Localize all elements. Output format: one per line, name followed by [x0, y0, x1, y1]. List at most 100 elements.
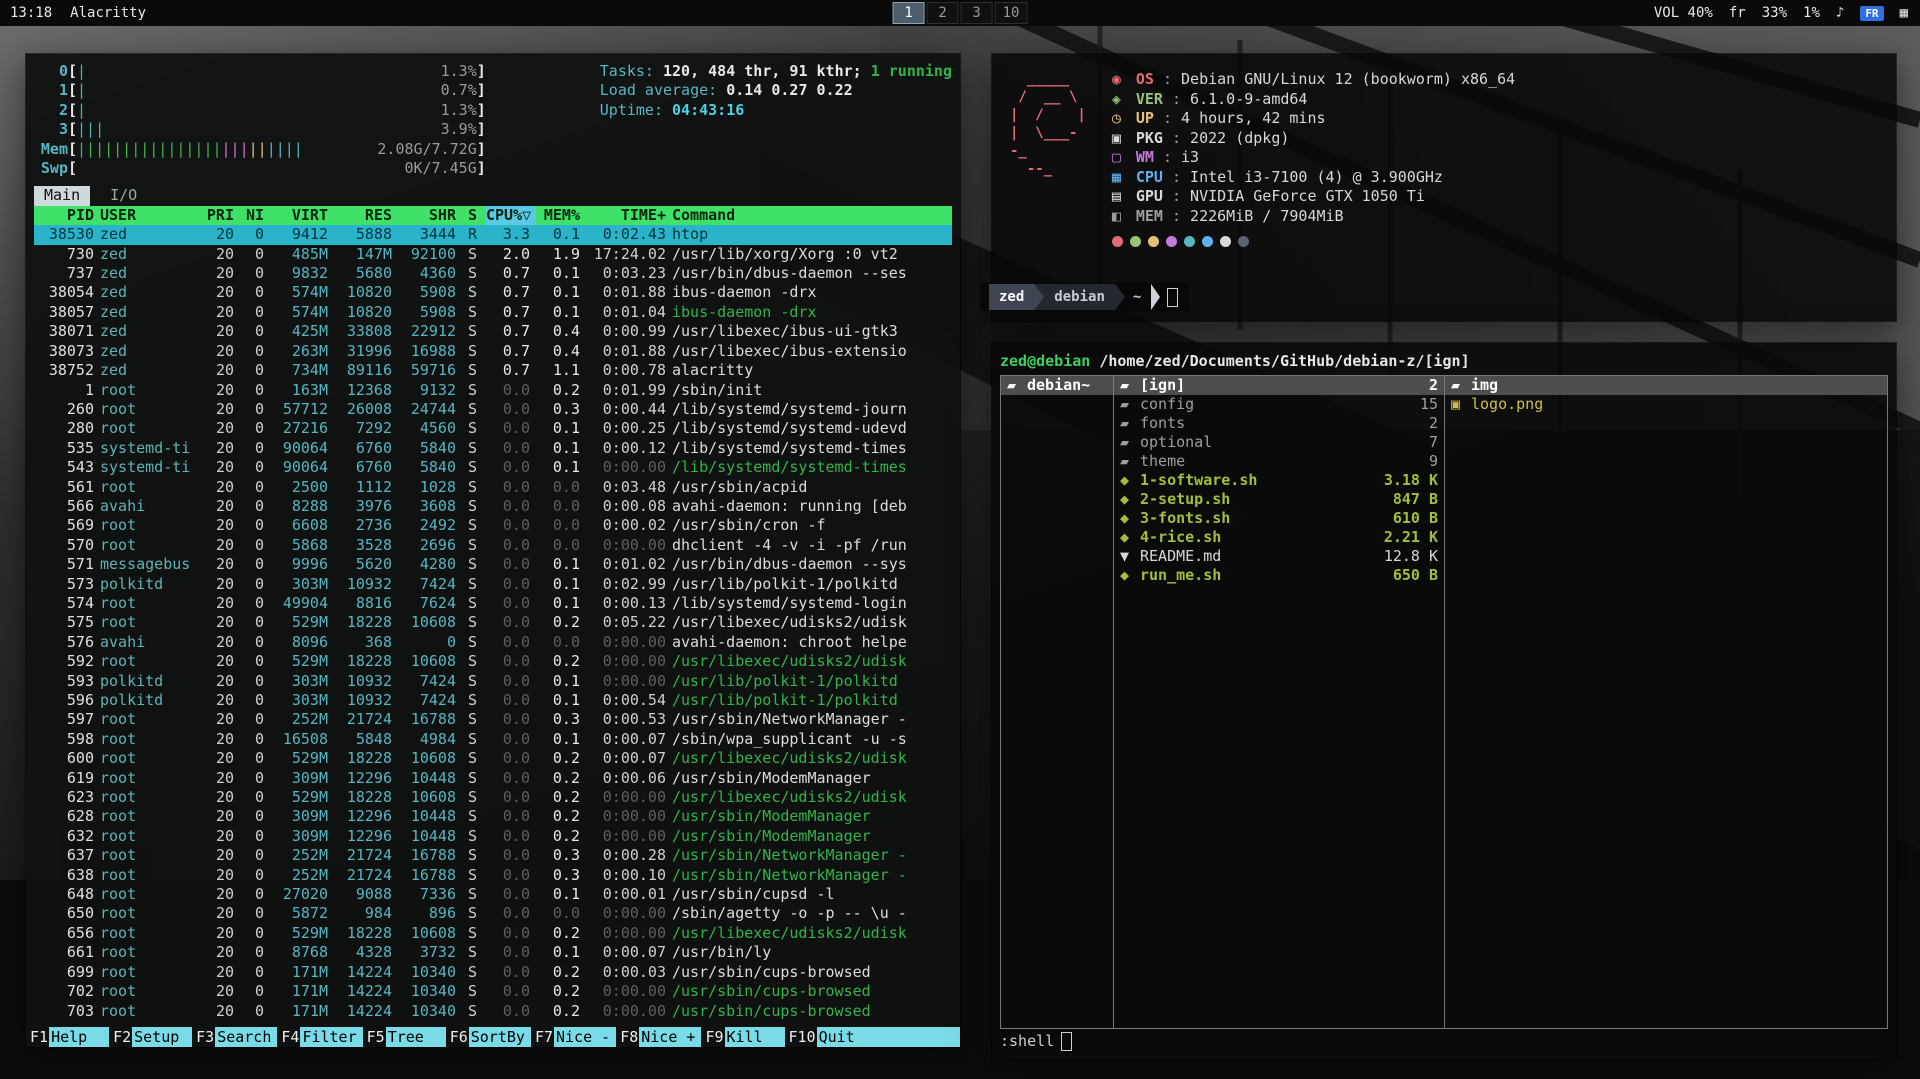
process-row[interactable]: 703 root 20 0 171M 14224 10340 S 0.0 0.2… [34, 1002, 952, 1021]
col-mem[interactable]: MEM% [536, 206, 586, 225]
tab-io[interactable]: I/O [100, 186, 147, 205]
process-row[interactable]: 570 root 20 0 5868 3528 2696 S 0.0 0.0 0… [34, 536, 952, 555]
parent-dir-entry[interactable]: ▰debian~ [1001, 376, 1113, 395]
function-key[interactable]: F1Help [26, 1027, 109, 1047]
workspace-button[interactable]: 10 [995, 2, 1028, 24]
fetch-line-icon: ◧ [1112, 207, 1136, 227]
col-pid[interactable]: PID [34, 206, 100, 225]
function-key[interactable]: F9Kill [701, 1027, 784, 1047]
tab-main[interactable]: Main [34, 186, 90, 205]
process-row[interactable]: 574 root 20 0 49904 8816 7624 S 0.0 0.1 … [34, 594, 952, 613]
process-row[interactable]: 543 systemd-ti 20 0 90064 6760 5840 S 0.… [34, 458, 952, 477]
keyboard-flag-badge[interactable]: FR [1860, 6, 1883, 21]
function-key[interactable]: F7Nice - [531, 1027, 616, 1047]
process-row[interactable]: 280 root 20 0 27216 7292 4560 S 0.0 0.1 … [34, 419, 952, 438]
process-row[interactable]: 638 root 20 0 252M 21724 16788 S 0.0 0.3… [34, 866, 952, 885]
col-virt[interactable]: VIRT [270, 206, 334, 225]
process-row[interactable]: 597 root 20 0 252M 21724 16788 S 0.0 0.3… [34, 710, 952, 729]
workspace-button[interactable]: 3 [961, 2, 993, 24]
col-shr[interactable]: SHR [398, 206, 462, 225]
process-row[interactable]: 569 root 20 0 6608 2736 2492 S 0.0 0.0 0… [34, 516, 952, 535]
col-pri[interactable]: PRI [204, 206, 240, 225]
process-row[interactable]: 702 root 20 0 171M 14224 10340 S 0.0 0.2… [34, 982, 952, 1001]
file-entry[interactable]: ◆3-fonts.sh610 B [1114, 509, 1444, 528]
process-row[interactable]: 573 polkitd 20 0 303M 10932 7424 S 0.0 0… [34, 575, 952, 594]
function-key[interactable]: F10Quit [785, 1027, 877, 1047]
process-row[interactable]: 566 avahi 20 0 8288 3976 3608 S 0.0 0.0 … [34, 497, 952, 516]
file-entry[interactable]: ◆4-rice.sh2.21 K [1114, 528, 1444, 547]
process-row[interactable]: 648 root 20 0 27020 9088 7336 S 0.0 0.1 … [34, 885, 952, 904]
tray-icon[interactable]: ▦ [1900, 5, 1908, 21]
preview-entry[interactable]: ▰img [1445, 376, 1887, 395]
res-cell: 6760 [334, 458, 398, 477]
workspace-button[interactable]: 2 [927, 2, 959, 24]
command-line-bar[interactable]: :shell [1000, 1029, 1888, 1053]
process-row[interactable]: 656 root 20 0 529M 18228 10608 S 0.0 0.2… [34, 924, 952, 943]
function-key[interactable]: F6SortBy [446, 1027, 531, 1047]
function-key[interactable]: F3Search [192, 1027, 277, 1047]
function-key[interactable]: F4Filter [277, 1027, 362, 1047]
process-row[interactable]: 38752 zed 20 0 734M 89116 59716 S 0.7 1.… [34, 361, 952, 380]
process-row[interactable]: 38071 zed 20 0 425M 33808 22912 S 0.7 0.… [34, 322, 952, 341]
function-key[interactable]: F2Setup [109, 1027, 192, 1047]
process-row[interactable]: 628 root 20 0 309M 12296 10448 S 0.0 0.2… [34, 807, 952, 826]
file-entry[interactable]: ◆1-software.sh3.18 K [1114, 471, 1444, 490]
process-row[interactable]: 596 polkitd 20 0 303M 10932 7424 S 0.0 0… [34, 691, 952, 710]
function-key[interactable]: F8Nice + [616, 1027, 701, 1047]
process-row[interactable]: 592 root 20 0 529M 18228 10608 S 0.0 0.2… [34, 652, 952, 671]
process-row[interactable]: 575 root 20 0 529M 18228 10608 S 0.0 0.2… [34, 613, 952, 632]
process-row[interactable]: 600 root 20 0 529M 18228 10608 S 0.0 0.2… [34, 749, 952, 768]
process-row[interactable]: 576 avahi 20 0 8096 368 0 S 0.0 0.0 0:00… [34, 633, 952, 652]
col-cpu-sort[interactable]: CPU%▽ [486, 206, 536, 225]
process-row[interactable]: 535 systemd-ti 20 0 90064 6760 5840 S 0.… [34, 439, 952, 458]
cpu-meter: 3[|||3.9%] [34, 120, 486, 139]
process-row[interactable]: 38530 zed 20 0 9412 5888 3444 R 3.3 0.1 … [34, 225, 952, 244]
col-command[interactable]: Command [672, 206, 952, 225]
col-res[interactable]: RES [334, 206, 398, 225]
process-row[interactable]: 38054 zed 20 0 574M 10820 5908 S 0.7 0.1… [34, 283, 952, 302]
file-entry[interactable]: ◆run_me.sh650 B [1114, 566, 1444, 585]
workspace-button[interactable]: 1 [893, 2, 925, 24]
process-row[interactable]: 1 root 20 0 163M 12368 9132 S 0.0 0.2 0:… [34, 381, 952, 400]
file-entry[interactable]: ▰config15 [1114, 395, 1444, 414]
file-entry[interactable]: ▰[ign]2 [1114, 376, 1444, 395]
file-entry[interactable]: ▼README.md12.8 K [1114, 547, 1444, 566]
col-ni[interactable]: NI [240, 206, 270, 225]
process-row[interactable]: 623 root 20 0 529M 18228 10608 S 0.0 0.2… [34, 788, 952, 807]
file-entry[interactable]: ▰optional7 [1114, 433, 1444, 452]
process-row[interactable]: 730 zed 20 0 485M 147M 92100 S 2.0 1.9 1… [34, 245, 952, 264]
ni-cell: 0 [240, 652, 270, 671]
virt-cell: 49904 [270, 594, 334, 613]
process-row[interactable]: 593 polkitd 20 0 303M 10932 7424 S 0.0 0… [34, 672, 952, 691]
virt-cell: 252M [270, 846, 334, 865]
process-row[interactable]: 619 root 20 0 309M 12296 10448 S 0.0 0.2… [34, 769, 952, 788]
process-row[interactable]: 260 root 20 0 57712 26008 24744 S 0.0 0.… [34, 400, 952, 419]
process-row[interactable]: 637 root 20 0 252M 21724 16788 S 0.0 0.3… [34, 846, 952, 865]
process-row[interactable]: 632 root 20 0 309M 12296 10448 S 0.0 0.2… [34, 827, 952, 846]
file-entry[interactable]: ▰fonts2 [1114, 414, 1444, 433]
process-row[interactable]: 598 root 20 0 16508 5848 4984 S 0.0 0.1 … [34, 730, 952, 749]
process-row[interactable]: 699 root 20 0 171M 14224 10340 S 0.0 0.2… [34, 963, 952, 982]
process-row[interactable]: 571 messagebus 20 0 9996 5620 4280 S 0.0… [34, 555, 952, 574]
file-entry[interactable]: ◆2-setup.sh847 B [1114, 490, 1444, 509]
debian-ascii-logo: _____ / __ \ | / | | \___- -_ --_ [1010, 70, 1086, 178]
shr-cell: 5908 [398, 303, 462, 322]
function-key[interactable]: F5Tree [363, 1027, 446, 1047]
process-row[interactable]: 38073 zed 20 0 263M 31996 16988 S 0.7 0.… [34, 342, 952, 361]
virt-cell: 9996 [270, 555, 334, 574]
process-row[interactable]: 650 root 20 0 5872 984 896 S 0.0 0.0 0:0… [34, 904, 952, 923]
preview-entry[interactable]: ▣logo.png [1445, 395, 1887, 414]
col-state[interactable]: S [462, 206, 486, 225]
volume-icon[interactable]: ♪ [1836, 5, 1844, 21]
process-row[interactable]: 737 zed 20 0 9832 5680 4360 S 0.7 0.1 0:… [34, 264, 952, 283]
ni-cell: 0 [240, 303, 270, 322]
file-name: 2-setup.sh [1140, 490, 1230, 509]
process-row[interactable]: 561 root 20 0 2500 1112 1028 S 0.0 0.0 0… [34, 478, 952, 497]
process-row[interactable]: 38057 zed 20 0 574M 10820 5908 S 0.7 0.1… [34, 303, 952, 322]
col-user[interactable]: USER [100, 206, 204, 225]
process-row[interactable]: 661 root 20 0 8768 4328 3732 S 0.0 0.1 0… [34, 943, 952, 962]
col-time[interactable]: TIME+ [586, 206, 672, 225]
ni-cell: 0 [240, 885, 270, 904]
file-entry[interactable]: ▰theme9 [1114, 452, 1444, 471]
file-size: 650 B [1385, 566, 1438, 585]
